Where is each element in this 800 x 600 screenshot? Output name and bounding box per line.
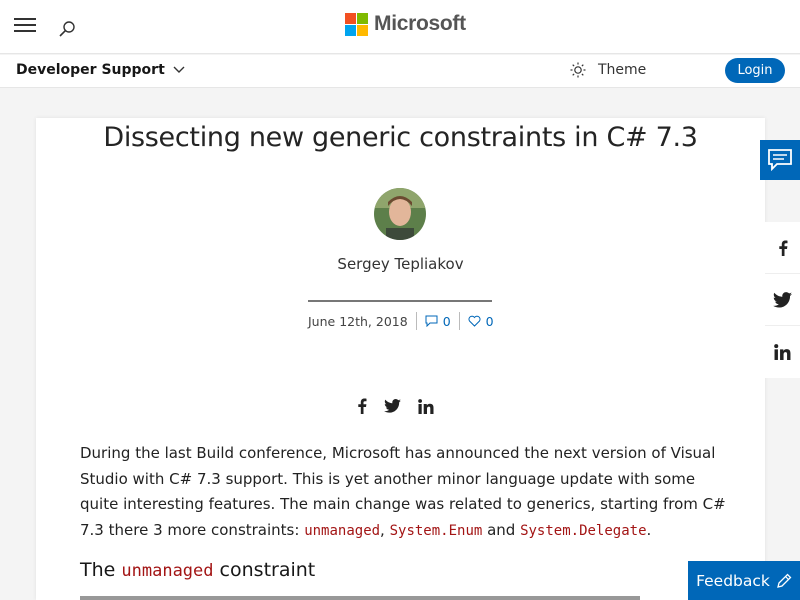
brand-name: Microsoft	[374, 12, 466, 35]
linkedin-icon[interactable]	[418, 398, 434, 414]
side-linkedin-button[interactable]	[765, 326, 800, 378]
section-heading: The unmanaged constraint	[80, 559, 315, 581]
article-card: Dissecting new generic constraints in C#…	[36, 118, 765, 600]
sub-navigation: Developer Support Theme Login	[0, 55, 800, 88]
comment-count: 0	[442, 313, 451, 329]
article-paragraph: During the last Build conference, Micros…	[80, 441, 730, 544]
heart-icon	[468, 315, 481, 327]
theme-toggle[interactable]: Theme	[570, 62, 646, 78]
login-button[interactable]: Login	[725, 58, 785, 83]
top-header: Microsoft	[0, 0, 800, 54]
developer-support-menu[interactable]: Developer Support	[16, 62, 185, 78]
microsoft-logo[interactable]: Microsoft	[345, 12, 466, 36]
chevron-down-icon	[173, 66, 185, 73]
facebook-icon	[778, 240, 787, 256]
chat-button[interactable]	[760, 140, 800, 180]
heading-text: constraint	[213, 559, 316, 581]
microsoft-logo-icon	[345, 12, 368, 36]
meta-separator	[458, 312, 460, 330]
article-meta: June 12th, 2018 0 0	[308, 312, 494, 330]
inline-code: unmanaged	[304, 522, 381, 539]
truncated-text-line	[80, 592, 730, 600]
author-avatar[interactable]	[374, 188, 426, 240]
search-icon[interactable]	[58, 20, 76, 38]
pencil-icon	[777, 573, 792, 588]
feedback-label: Feedback	[696, 571, 770, 590]
paragraph-text: .	[646, 520, 652, 539]
like-count: 0	[485, 313, 494, 329]
hamburger-menu-icon[interactable]	[14, 18, 36, 32]
side-share-bar	[765, 222, 800, 378]
side-facebook-button[interactable]	[765, 222, 800, 274]
inline-code: System.Enum	[389, 522, 483, 539]
like-button[interactable]: 0	[468, 314, 494, 329]
site-name-label: Developer Support	[16, 62, 165, 78]
comment-icon	[425, 315, 438, 327]
chat-icon	[768, 149, 792, 171]
paragraph-text: and	[482, 520, 521, 539]
feedback-button[interactable]: Feedback	[688, 561, 800, 600]
inline-code: unmanaged	[121, 561, 214, 581]
paragraph-text: ,	[380, 520, 390, 539]
meta-divider	[308, 300, 492, 302]
publish-date: June 12th, 2018	[308, 313, 408, 329]
twitter-icon[interactable]	[384, 399, 401, 413]
sun-icon	[570, 62, 586, 78]
theme-label: Theme	[598, 62, 647, 78]
comments-link[interactable]: 0	[425, 314, 451, 329]
facebook-icon[interactable]	[357, 398, 367, 414]
meta-separator	[415, 312, 417, 330]
author-name[interactable]: Sergey Tepliakov	[36, 255, 765, 273]
side-twitter-button[interactable]	[765, 274, 800, 326]
article-title: Dissecting new generic constraints in C#…	[103, 122, 698, 153]
heading-text: The	[80, 559, 122, 581]
linkedin-icon	[774, 344, 791, 360]
twitter-icon	[773, 291, 792, 308]
inline-code: System.Delegate	[520, 522, 647, 539]
share-row	[357, 398, 434, 414]
